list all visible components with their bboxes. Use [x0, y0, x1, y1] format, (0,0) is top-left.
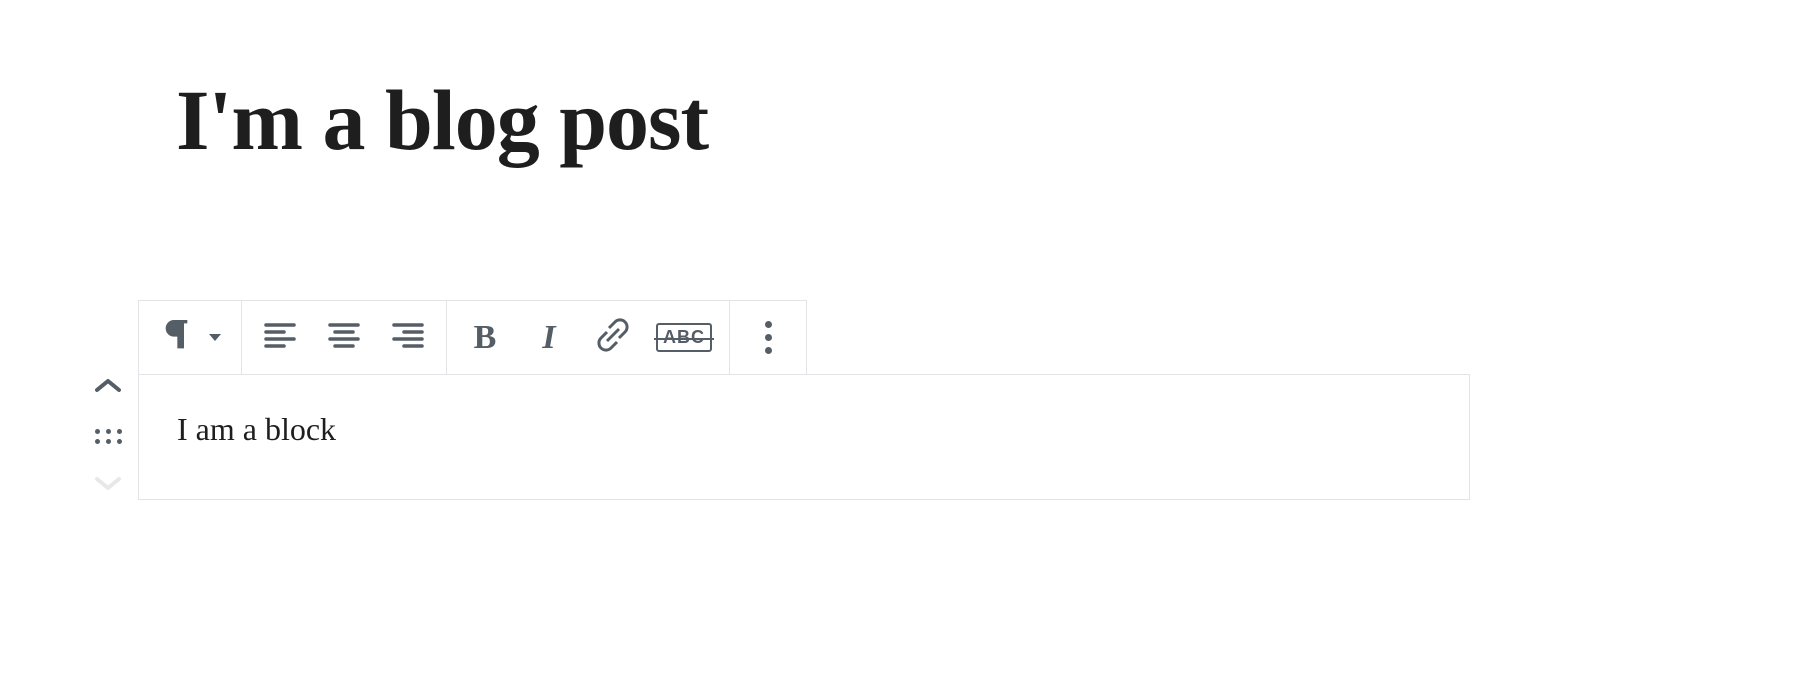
move-down-button[interactable] [86, 471, 130, 500]
caret-down-icon [209, 334, 221, 341]
align-left-button[interactable] [248, 301, 312, 374]
strikethrough-icon: ABC [656, 323, 712, 352]
post-title[interactable]: I'm a blog post [176, 70, 1800, 170]
paragraph-block[interactable]: I am a block [138, 374, 1470, 500]
block-type-button[interactable] [145, 301, 235, 374]
block-movers [80, 374, 136, 500]
toolbar-group-format: B I ABC [447, 301, 730, 374]
align-right-icon [388, 315, 428, 360]
link-icon [593, 315, 633, 360]
block-content[interactable]: I am a block [177, 411, 1431, 451]
toolbar-group-align [242, 301, 447, 374]
block-wrapper: I am a block [82, 374, 1470, 500]
pilcrow-icon [159, 315, 199, 360]
block-toolbar: B I ABC [138, 300, 807, 374]
toolbar-group-more [730, 301, 806, 374]
align-center-button[interactable] [312, 301, 376, 374]
italic-icon: I [542, 319, 555, 357]
more-options-icon [765, 321, 772, 354]
chevron-down-icon [93, 473, 123, 498]
editor-container: I'm a blog post [0, 0, 1800, 500]
link-button[interactable] [581, 301, 645, 374]
bold-button[interactable]: B [453, 301, 517, 374]
bold-icon: B [474, 319, 497, 357]
move-up-button[interactable] [86, 374, 130, 403]
more-options-button[interactable] [736, 301, 800, 374]
block-area: B I ABC [82, 300, 1470, 500]
drag-handle[interactable] [86, 425, 130, 448]
strikethrough-button[interactable]: ABC [645, 301, 723, 374]
italic-button[interactable]: I [517, 301, 581, 374]
align-center-icon [324, 315, 364, 360]
chevron-up-icon [93, 376, 123, 401]
align-right-button[interactable] [376, 301, 440, 374]
align-left-icon [260, 315, 300, 360]
toolbar-group-blocktype [139, 301, 242, 374]
drag-handle-icon [95, 429, 122, 444]
